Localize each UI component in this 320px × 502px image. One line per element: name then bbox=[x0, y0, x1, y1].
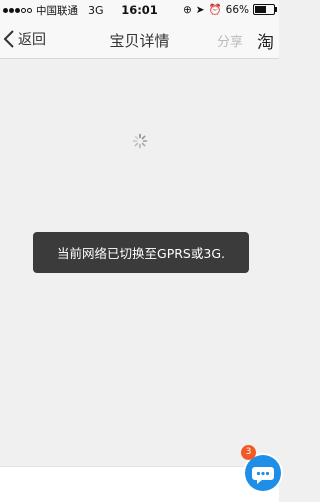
bottom-bar bbox=[0, 466, 279, 502]
taobao-icon[interactable]: 淘 bbox=[257, 28, 274, 53]
battery-percent: 66% bbox=[225, 3, 249, 16]
chat-button[interactable] bbox=[245, 455, 281, 491]
loading-spinner-icon bbox=[132, 133, 148, 149]
status-right: ⊕ ➤ ⏰ 66% bbox=[182, 3, 277, 16]
status-bar: 中国联通 3G 16:01 ⊕ ➤ ⏰ 66% bbox=[0, 0, 279, 20]
toast-message: 当前网络已切换至GPRS或3G. bbox=[57, 246, 225, 261]
chat-unread-badge: 3 bbox=[241, 445, 256, 460]
share-button[interactable]: 分享 bbox=[217, 31, 243, 50]
chat-bubble-icon bbox=[252, 467, 274, 484]
battery-icon bbox=[253, 4, 277, 15]
nav-bar: 返回 宝贝详情 分享 淘 bbox=[0, 20, 279, 59]
battery-fill bbox=[255, 6, 266, 13]
network-toast: 当前网络已切换至GPRS或3G. bbox=[33, 232, 249, 273]
location-icon: ➤ bbox=[195, 3, 205, 16]
alarm-icon: ⏰ bbox=[208, 4, 222, 16]
lock-rotation-icon: ⊕ bbox=[182, 3, 192, 16]
